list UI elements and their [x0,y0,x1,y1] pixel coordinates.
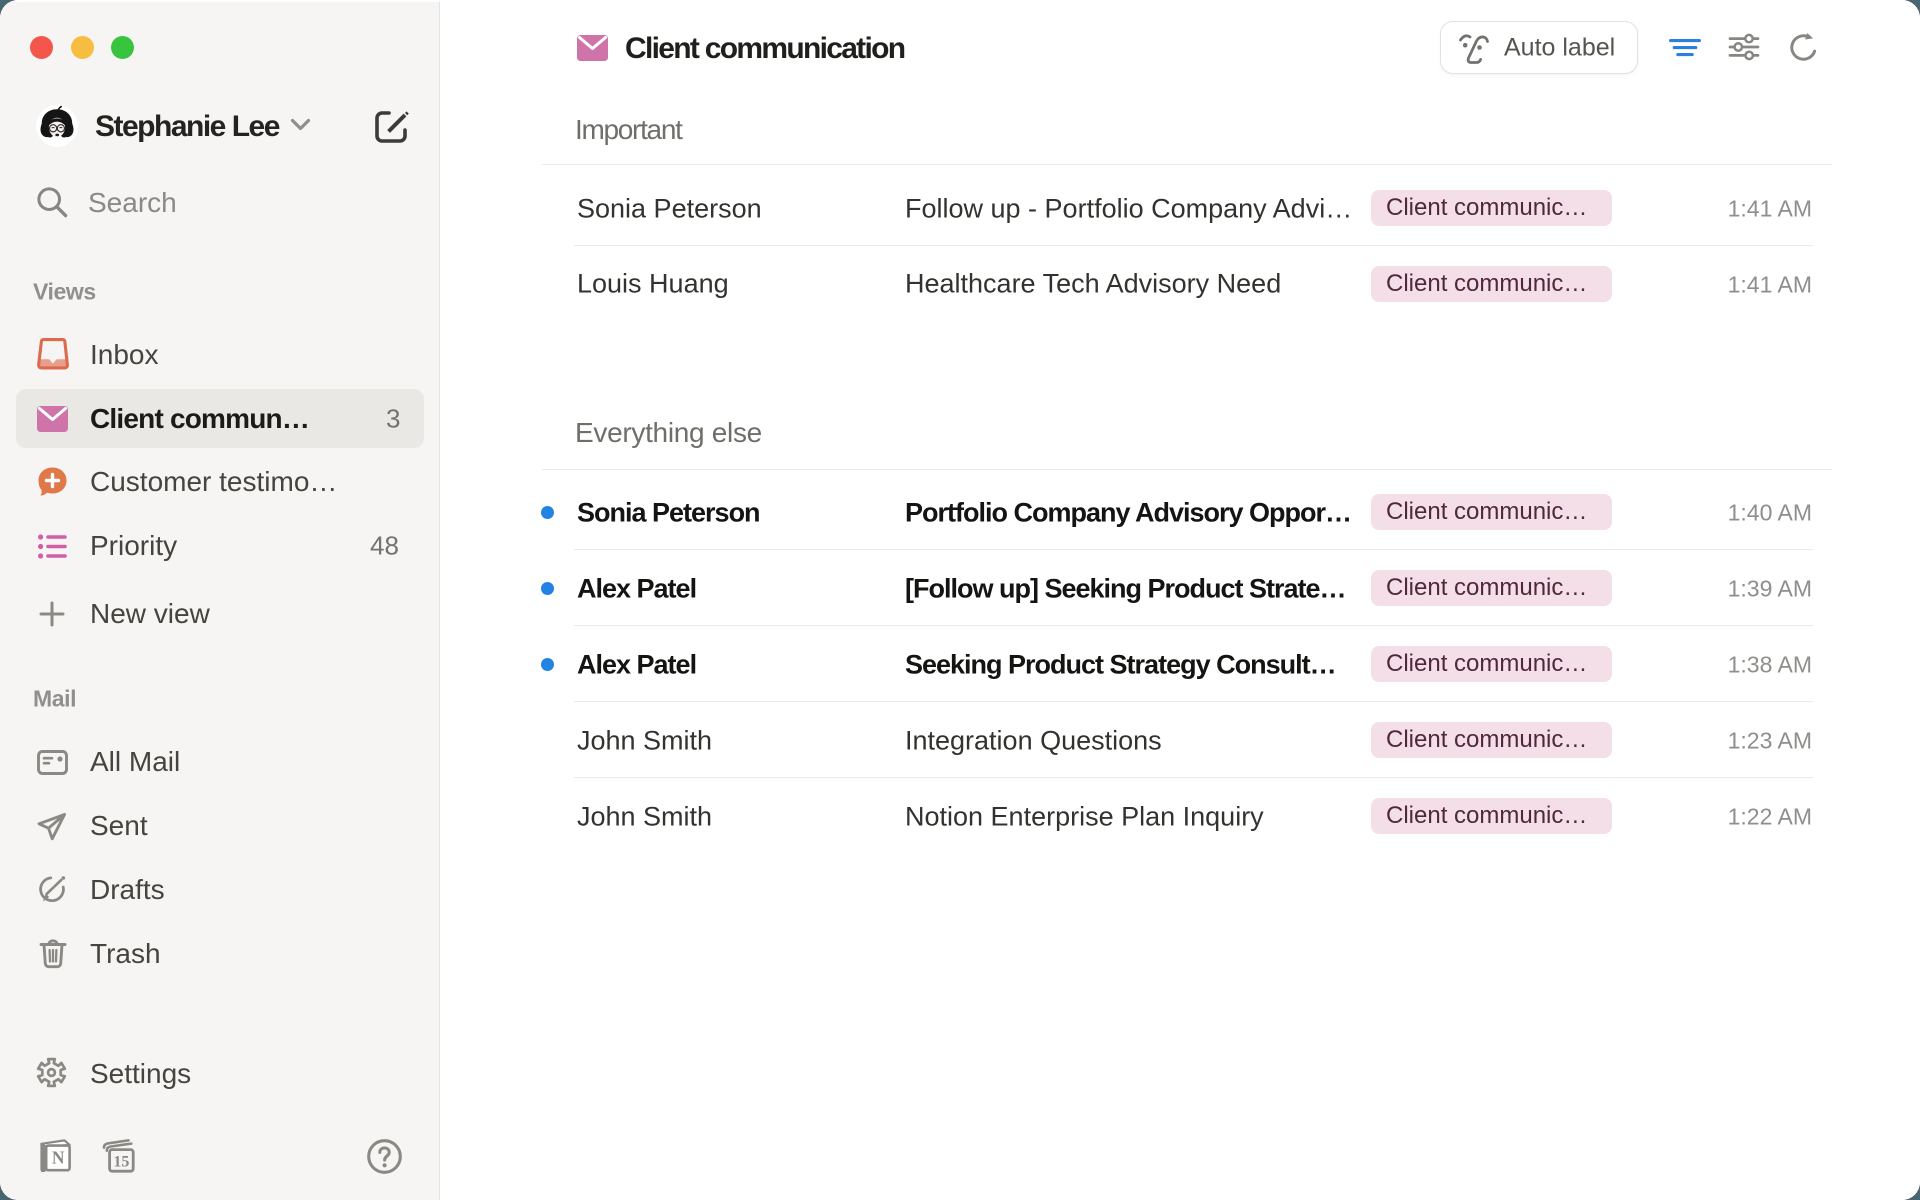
svg-text:15: 15 [113,1154,129,1171]
svg-text:N: N [52,1148,65,1168]
